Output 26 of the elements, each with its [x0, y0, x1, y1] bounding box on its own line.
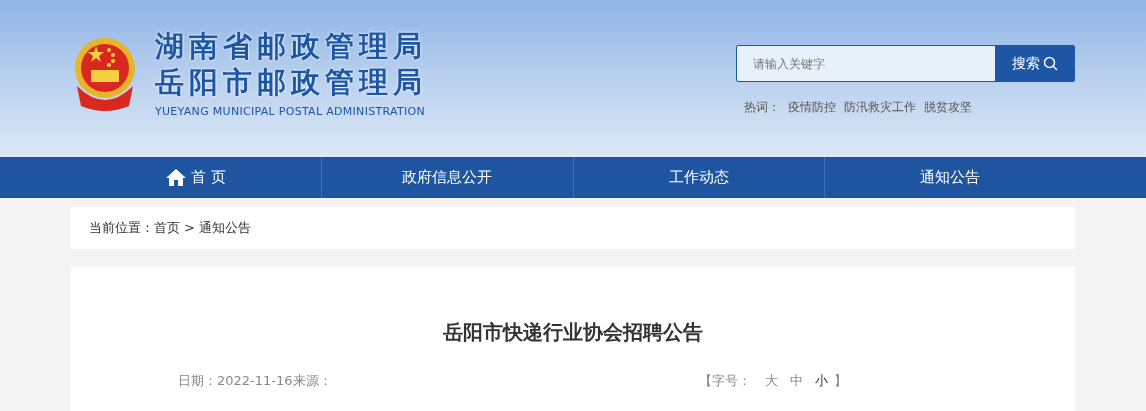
nav-item[interactable]: 通知公告 [823, 157, 1075, 198]
nav-item[interactable]: 政府信息公开 [321, 157, 573, 198]
breadcrumb-label: 当前位置： [89, 219, 154, 238]
site-title: 湖南省邮政管理局 [155, 28, 427, 64]
breadcrumb-separator: > [183, 219, 196, 238]
article-title: 岳阳市快递行业协会招聘公告 [442, 319, 704, 346]
search-icon [1042, 56, 1058, 71]
font-size-label: 【字号： [699, 372, 752, 390]
site-subtitle: YUEYANG MUNICIPAL POSTAL ADMINISTRATION [155, 104, 426, 120]
hot-word-link[interactable]: 防汛救灾工作 [844, 98, 916, 116]
home-icon [166, 169, 187, 186]
nav-item[interactable]: 工作动态 [572, 157, 824, 198]
search-field[interactable]: 请输入关键字 搜索 [736, 45, 1075, 82]
hot-word-link[interactable]: 疫情防控 [788, 98, 836, 116]
nav-item[interactable]: 首 页 [71, 157, 322, 198]
bracket-text: 】 [834, 372, 847, 390]
breadcrumb-link[interactable]: 首页 [154, 218, 180, 238]
search-button[interactable]: 搜索 [995, 46, 1074, 81]
site-title: 岳阳市邮政管理局 [155, 64, 427, 100]
hot-words-label: 热词： [744, 99, 780, 116]
font-size-option[interactable]: 小 [809, 371, 834, 391]
article-meta: 日期：2022-11-16来源： [178, 372, 332, 390]
font-size-option[interactable]: 中 [784, 371, 809, 391]
breadcrumb-link[interactable]: 通知公告 [198, 218, 251, 238]
font-size-option[interactable]: 大 [759, 371, 784, 391]
hot-word-link[interactable]: 脱贫攻坚 [924, 98, 972, 116]
